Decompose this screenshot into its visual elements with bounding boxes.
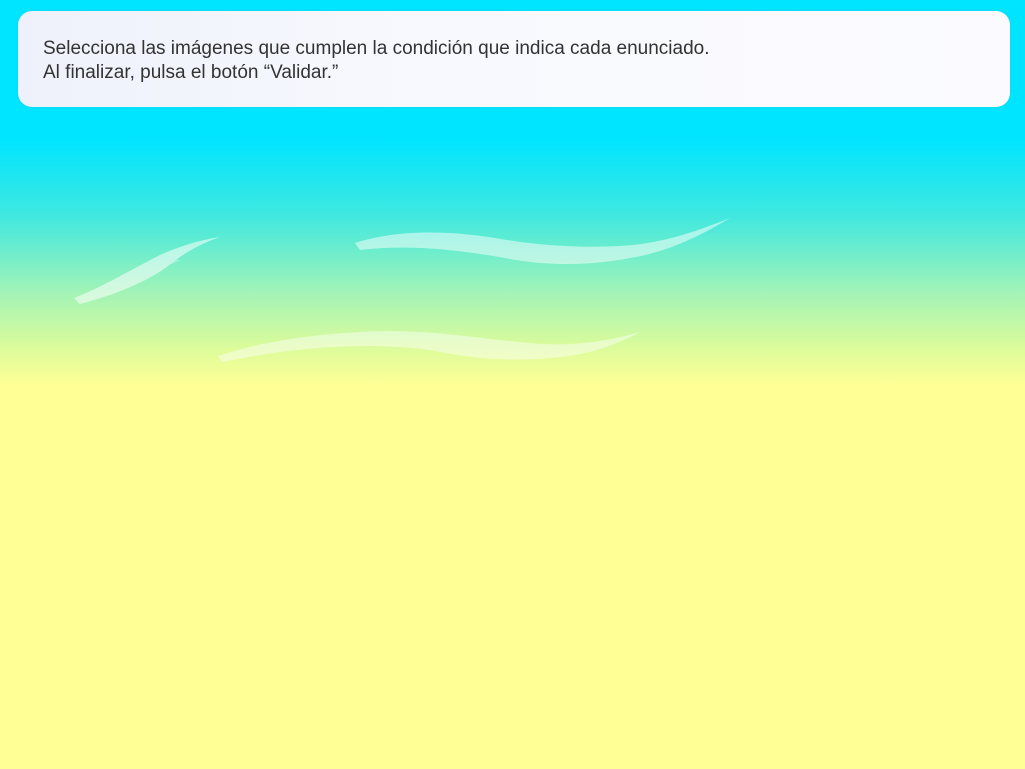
instruction-text-line-1: Selecciona las imágenes que cumplen la c… bbox=[43, 38, 710, 59]
cloud-stroke-bottom bbox=[218, 331, 640, 362]
cloud-stroke-top bbox=[355, 218, 730, 264]
instruction-panel: Selecciona las imágenes que cumplen la c… bbox=[18, 11, 1010, 107]
instruction-text-line-2: Al finalizar, pulsa el botón “Validar.” bbox=[43, 62, 339, 83]
cloud-stroke-left bbox=[74, 237, 220, 304]
brush-clouds-icon bbox=[74, 218, 730, 362]
